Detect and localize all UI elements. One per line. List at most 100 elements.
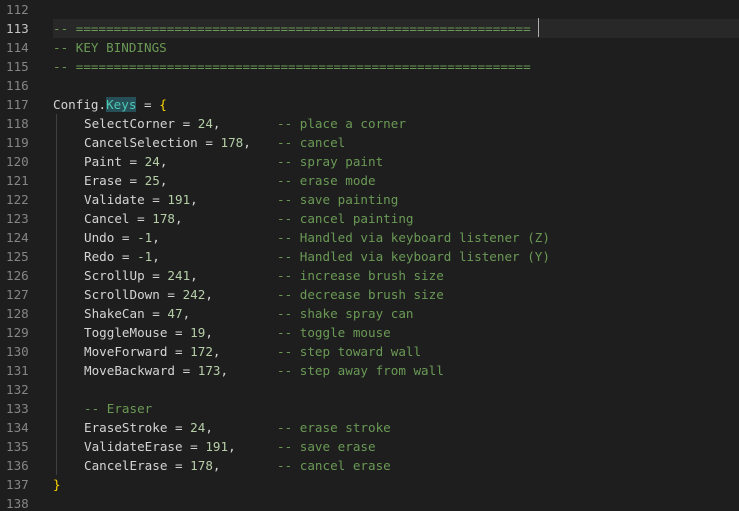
assign-operator: = [144,192,168,207]
line-number-text: 133 [6,401,29,416]
assign-operator: = [144,306,168,321]
code-line[interactable]: 132 [0,380,739,399]
line-number: 135 [0,437,40,456]
code-line[interactable]: 129 ToggleMouse = 19, -- toggle mouse [0,323,739,342]
code-line[interactable]: 115 -- ==================================… [0,57,739,76]
code-line[interactable]: 122 Validate = 191, -- save painting [0,190,739,209]
line-content[interactable]: Config.Keys = { [53,95,739,114]
line-content[interactable]: ValidateErase = 191, -- save erase [53,437,739,456]
code-line[interactable]: 134 EraseStroke = 24, -- erase stroke [0,418,739,437]
line-content[interactable] [53,0,739,19]
code-line[interactable]: 117 Config.Keys = { [0,95,739,114]
code-line[interactable]: 127 ScrollDown = 242, -- decrease brush si… [0,285,739,304]
line-content[interactable]: ShakeCan = 47, -- shake spray can [53,304,739,323]
binding-key: EraseStroke [84,420,168,435]
comma: , [228,439,236,454]
line-content[interactable]: CancelErase = 178, -- cancel erase [53,456,739,475]
code-line[interactable]: 123 Cancel = 178, -- cancel painting [0,209,739,228]
line-content[interactable]: EraseStroke = 24, -- erase stroke [53,418,739,437]
code-line[interactable]: 124 Undo = -1, -- Handled via keyboard lis… [0,228,739,247]
code-line[interactable]: 118 SelectCorner = 24, -- place a corner [0,114,739,133]
line-content[interactable] [53,494,739,511]
line-number-text: 112 [6,2,29,17]
binding-key: ValidateErase [84,439,183,454]
line-number-text: 118 [6,116,29,131]
binding-value: 24 [144,154,160,169]
code-editor[interactable]: 112 113 -- ===============================… [0,0,739,511]
line-content[interactable]: ScrollUp = 241, -- increase brush size [53,266,739,285]
assign-operator: = [182,439,206,454]
key-binding-entry: ValidateErase = 191, [84,437,236,456]
line-number-text: 113 [6,21,29,36]
line-content[interactable]: Paint = 24, -- spray paint [53,152,739,171]
line-content[interactable]: -- =====================================… [53,19,739,38]
code-line[interactable]: 125 Redo = -1, -- Handled via keyboard lis… [0,247,739,266]
line-content[interactable]: } [53,475,739,494]
binding-comment: -- Handled via keyboard listener (Z) [277,230,550,245]
line-content[interactable]: -- KEY BINDINGS [53,38,739,57]
code-line[interactable]: 114 -- KEY BINDINGS [0,38,739,57]
binding-comment: -- erase mode [277,173,376,188]
line-content[interactable]: MoveBackward = 173, -- step away from wal… [53,361,739,380]
line-content[interactable]: Redo = -1, -- Handled via keyboard listen… [53,247,739,266]
line-number: 114 [0,38,40,57]
code-line[interactable]: 138 [0,494,739,511]
line-content[interactable]: -- =====================================… [53,57,739,76]
binding-key: Paint [84,154,122,169]
code-line[interactable]: 126 ScrollUp = 241, -- increase brush size [0,266,739,285]
line-number: 120 [0,152,40,171]
line-number: 123 [0,209,40,228]
comment-text: -- KEY BINDINGS [53,40,167,55]
key-binding-entry: ScrollUp = 241, [84,266,198,285]
line-content[interactable]: MoveForward = 172, -- step toward wall [53,342,739,361]
binding-value: 178 [220,135,244,150]
code-line[interactable]: 133 -- Eraser [0,399,739,418]
line-number-text: 125 [6,249,29,264]
line-content[interactable]: Validate = 191, -- save painting [53,190,739,209]
code-line[interactable]: 116 [0,76,739,95]
binding-key: MoveForward [84,344,168,359]
binding-comment: -- place a corner [277,116,406,131]
binding-key: Erase [84,173,122,188]
code-line[interactable]: 131 MoveBackward = 173, -- step away from … [0,361,739,380]
line-content[interactable] [53,76,739,95]
comma: , [212,458,221,473]
object-name: Config [53,97,99,112]
code-line[interactable]: 136 CancelErase = 178, -- cancel erase [0,456,739,475]
line-content[interactable]: ToggleMouse = 19, -- toggle mouse [53,323,739,342]
key-binding-entry: ShakeCan = 47, [84,304,190,323]
line-content[interactable]: Undo = -1, -- Handled via keyboard listen… [53,228,739,247]
assign-operator: = [197,135,221,150]
line-content[interactable]: CancelSelection = 178, -- cancel [53,133,739,152]
code-line[interactable]: 121 Erase = 25, -- erase mode [0,171,739,190]
binding-value: 191 [167,192,191,207]
key-binding-entry: ToggleMouse = 19, [84,323,213,342]
comma: , [243,135,251,150]
assign-operator: = [114,249,138,264]
code-line[interactable]: 112 [0,0,739,19]
assign-operator: = [167,325,191,340]
key-binding-entry: Undo = -1, [84,228,160,247]
assign-operator: = [114,230,138,245]
line-content[interactable]: Erase = 25, -- erase mode [53,171,739,190]
binding-key: ScrollDown [84,287,160,302]
line-content[interactable]: Cancel = 178, -- cancel painting [53,209,739,228]
line-number-text: 117 [6,97,29,112]
key-binding-entry: SelectCorner = 24, [84,114,221,133]
code-line[interactable]: 120 Paint = 24, -- spray paint [0,152,739,171]
comma: , [152,230,160,245]
code-line[interactable]: 128 ShakeCan = 47, -- shake spray can [0,304,739,323]
line-number: 118 [0,114,40,133]
line-content[interactable]: SelectCorner = 24, -- place a corner [53,114,739,133]
line-content[interactable]: ScrollDown = 242, -- decrease brush size [53,285,739,304]
comma: , [220,363,229,378]
code-line[interactable]: 119 CancelSelection = 178, -- cancel [0,133,739,152]
section-comment: -- Eraser [84,401,153,416]
code-line[interactable]: 113 -- ==================================… [0,19,739,38]
code-line[interactable]: 137} [0,475,739,494]
code-line[interactable]: 130 MoveForward = 172, -- step toward wall [0,342,739,361]
binding-key: CancelSelection [84,135,198,150]
line-content[interactable]: -- Eraser [53,399,739,418]
line-content[interactable] [53,380,739,399]
code-line[interactable]: 135 ValidateErase = 191, -- save erase [0,437,739,456]
